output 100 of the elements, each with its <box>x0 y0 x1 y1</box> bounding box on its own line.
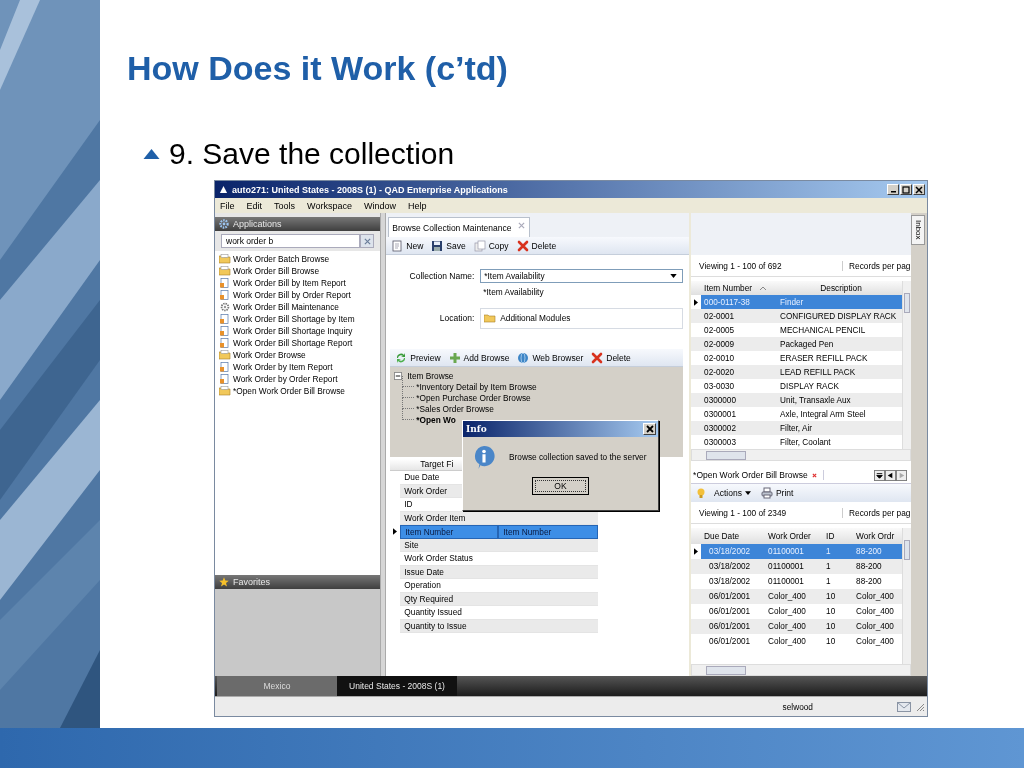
delete-icon <box>516 239 529 252</box>
globe-icon <box>517 351 530 364</box>
splitter-handle[interactable] <box>380 213 387 676</box>
copy-icon <box>473 239 486 252</box>
document-icon <box>219 362 231 372</box>
close-icon[interactable] <box>811 472 817 478</box>
ok-button[interactable]: OK <box>532 477 589 495</box>
application-item[interactable]: Work Order by Item Report <box>233 362 333 372</box>
menu-item[interactable]: Tools <box>274 200 296 211</box>
print-button[interactable]: Print <box>757 485 797 501</box>
collection-name-dropdown[interactable]: *Item Availability <box>480 269 684 283</box>
folder-icon <box>484 313 497 323</box>
envelope-icon <box>897 701 911 712</box>
document-icon <box>219 314 231 324</box>
column-header[interactable]: Due Date <box>701 531 766 541</box>
refresh-icon <box>395 351 408 364</box>
application-item[interactable]: Work Order Bill Shortage by Item <box>233 314 355 324</box>
application-item[interactable]: Work Order Bill Shortage Report <box>233 338 353 348</box>
web-button[interactable]: Web Browser <box>514 349 587 366</box>
table-row[interactable]: 06/01/2001 Color_400 10 Color_400 <box>691 589 903 604</box>
close-button[interactable] <box>913 184 925 195</box>
preview-button[interactable]: Preview <box>392 349 444 366</box>
close-icon <box>645 425 654 433</box>
application-item[interactable]: Work Order Browse <box>233 350 306 360</box>
table-row[interactable]: 03/18/2002 01100001 1 88-200 <box>691 544 903 559</box>
delete-button[interactable]: Delete <box>588 349 634 366</box>
inbox-tab[interactable]: Inbox <box>911 215 926 245</box>
application-item[interactable]: Work Order Bill by Order Report <box>233 290 351 300</box>
table-row[interactable]: 0300002 Filter, Air <box>691 421 903 435</box>
menu-item[interactable]: Edit <box>246 200 263 211</box>
document-tab[interactable]: *Open Work Order Bill Browse <box>693 470 824 480</box>
application-item[interactable]: Work Order Batch Browse <box>233 254 330 264</box>
plus-icon <box>448 351 461 364</box>
printer-icon <box>760 487 773 499</box>
column-header[interactable]: Item Number <box>701 283 778 293</box>
close-icon <box>363 237 371 245</box>
tree-item[interactable]: *Open Wo <box>416 414 456 425</box>
column-header[interactable]: Work Ordr <box>853 531 903 541</box>
records-per-page-label: Records per pag <box>848 260 911 271</box>
scrollbar[interactable] <box>902 281 912 449</box>
menu-item[interactable]: Help <box>407 200 427 211</box>
save-button[interactable]: Save <box>428 237 469 254</box>
caret-icon <box>744 491 751 495</box>
document-tab[interactable]: Browse Collection Maintenance <box>388 217 531 237</box>
table-row[interactable]: 02-0009 Packaged Pen <box>691 337 903 351</box>
collection-name-hint: *Item Availability <box>482 287 545 297</box>
workspace-tab[interactable]: Mexico <box>217 676 337 696</box>
caret-icon <box>670 274 678 278</box>
bullet-text: 9. Save the collection <box>169 137 455 171</box>
application-item[interactable]: Work Order Bill Maintenance <box>233 302 339 312</box>
column-header[interactable]: ID <box>823 531 854 541</box>
gear-icon <box>219 302 231 312</box>
add-button[interactable]: Add Browse <box>445 349 513 366</box>
scrollbar[interactable] <box>691 449 912 461</box>
table-cell: Item Number <box>498 525 599 539</box>
application-item[interactable]: Work Order Bill Browse <box>233 266 320 276</box>
clear-button[interactable] <box>360 234 375 248</box>
gear-icon <box>219 219 229 229</box>
actions-dropdown[interactable]: Actions <box>711 485 754 501</box>
document-icon <box>219 326 231 336</box>
column-header[interactable]: Work Order <box>765 531 824 541</box>
info-icon <box>473 445 495 469</box>
maximize-button[interactable] <box>900 184 912 195</box>
delete-button[interactable]: Delete <box>513 237 560 254</box>
folder-icon <box>219 254 231 264</box>
collapse-icon[interactable] <box>394 371 403 380</box>
new-button[interactable]: New <box>388 237 427 254</box>
search-field[interactable]: work order b <box>221 234 361 248</box>
tree-item[interactable]: Item Browse <box>407 370 454 381</box>
document-icon <box>219 278 231 288</box>
menu-item[interactable]: File <box>220 200 235 211</box>
minimize-button[interactable] <box>887 184 899 195</box>
table-row[interactable]: 03/18/2002 01100001 1 88-200 <box>691 559 903 574</box>
tab-navigation-icon[interactable] <box>874 469 908 481</box>
folder-icon <box>219 386 231 396</box>
application-item[interactable]: Work Order by Order Report <box>233 374 338 384</box>
close-icon[interactable] <box>518 222 526 229</box>
delete-icon <box>591 351 604 364</box>
column-header[interactable]: Description <box>777 283 903 293</box>
location-field[interactable]: Additional Modules <box>480 307 684 329</box>
row-pointer-icon <box>694 548 699 555</box>
table-row[interactable]: 000-0117-38 Finder <box>691 295 903 309</box>
scrollbar[interactable] <box>691 664 912 676</box>
menu-item[interactable]: Window <box>363 200 396 211</box>
table-row[interactable]: 06/01/2001 Color_400 10 Color_400 <box>691 619 903 634</box>
application-item[interactable]: Work Order Bill Shortage Inquiry <box>233 326 353 336</box>
application-item[interactable]: Work Order Bill by Item Report <box>233 278 346 288</box>
table-row[interactable]: 02-0020 LEAD REFILL PACK <box>691 365 903 379</box>
table-row[interactable]: 0300000 Unit, Transaxle Aux <box>691 393 903 407</box>
menu-item[interactable]: Workspace <box>307 200 352 211</box>
application-item[interactable]: *Open Work Order Bill Browse <box>233 386 345 396</box>
resize-grip-icon[interactable] <box>915 701 925 712</box>
tree-item[interactable]: *Open Purchase Order Browse <box>416 392 531 403</box>
copy-button[interactable]: Copy <box>470 237 512 254</box>
tree-item[interactable]: *Sales Order Browse <box>416 403 494 414</box>
scrollbar[interactable] <box>902 528 912 664</box>
close-button[interactable] <box>643 423 656 435</box>
workspace-tab[interactable]: United States - 2008S (1) <box>337 676 457 696</box>
tree-item[interactable]: *Inventory Detail by Item Browse <box>416 381 537 392</box>
table-row[interactable]: 02-0001 CONFIGURED DISPLAY RACK <box>691 309 903 323</box>
